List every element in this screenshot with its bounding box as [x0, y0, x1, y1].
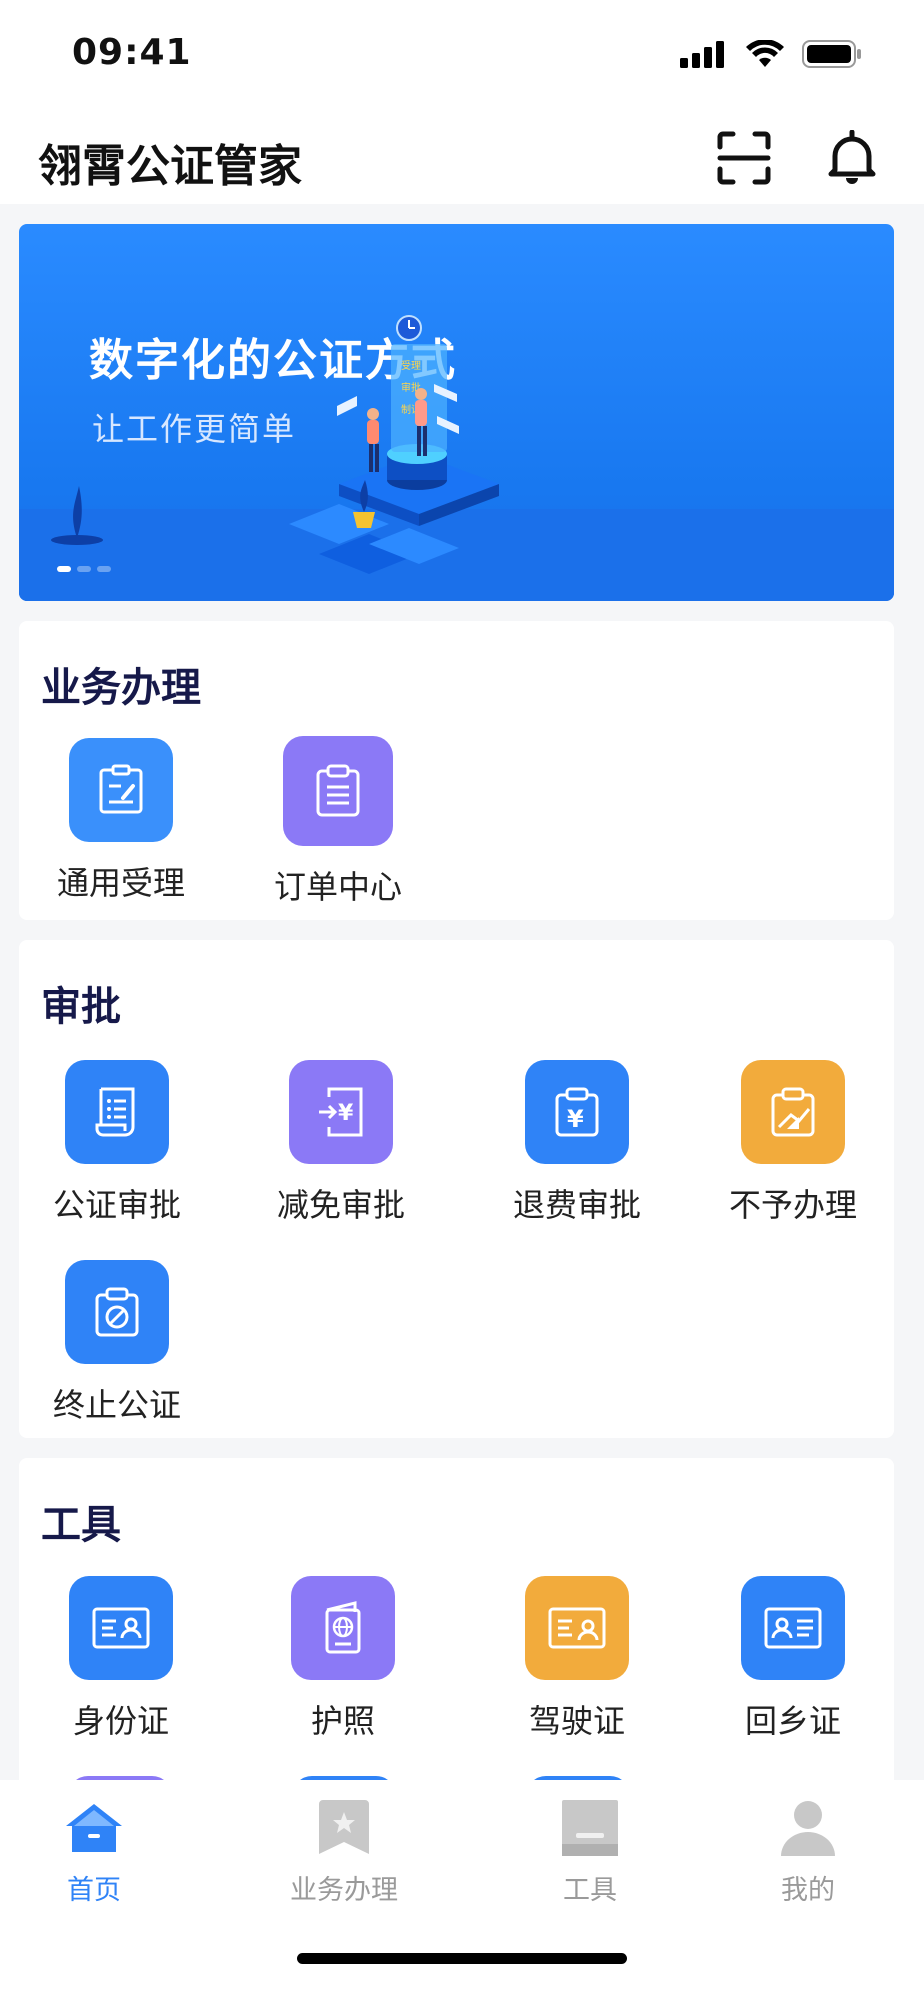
tab-bar: 首页 业务办理 工具 我的 [0, 1780, 924, 2000]
status-time: 09:41 [72, 32, 192, 73]
tab-business-label: 业务办理 [290, 1875, 398, 1906]
home-return-card-icon [764, 1607, 822, 1649]
approval-item-waiver[interactable]: ¥ 减免审批 [241, 1060, 441, 1226]
tab-home-label: 首页 [67, 1875, 121, 1906]
tool-item-driver-license[interactable]: 驾驶证 [477, 1576, 677, 1742]
banner-pagination[interactable] [57, 566, 111, 572]
notification-button[interactable] [820, 126, 884, 190]
id-card-label: 身份证 [72, 1702, 169, 1740]
banner-tag-1: 受理 [401, 360, 421, 372]
clipboard-list-icon [316, 764, 360, 817]
signal-icon [680, 41, 724, 68]
app-title: 翎霄公证管家 [38, 141, 302, 192]
tab-mine[interactable]: 我的 [728, 1800, 888, 1907]
wifi-icon [746, 40, 784, 67]
tab-tools-label: 工具 [563, 1875, 617, 1906]
terminate-tile[interactable] [65, 1260, 169, 1364]
yuan-transfer-icon: ¥ [319, 1087, 363, 1137]
id-card-icon [92, 1607, 150, 1649]
tab-tools[interactable]: 工具 [510, 1800, 670, 1907]
tab-business[interactable]: 业务办理 [264, 1800, 424, 1907]
home-icon [66, 1804, 122, 1852]
business-item-order-center[interactable]: 订单中心 [238, 736, 438, 908]
banner-dot-1[interactable] [57, 566, 71, 572]
waiver-approval-label: 减免审批 [276, 1186, 405, 1224]
bell-icon [828, 130, 876, 184]
business-section-title: 业务办理 [41, 665, 201, 711]
tab-home[interactable]: 首页 [14, 1800, 174, 1907]
form-sign-icon [99, 764, 143, 814]
home-return-card-label: 回乡证 [744, 1702, 841, 1740]
id-card-tile[interactable] [69, 1576, 173, 1680]
reject-tile[interactable] [741, 1060, 845, 1164]
refund-approval-label: 退费审批 [512, 1186, 641, 1224]
reject-bag-icon [771, 1087, 815, 1137]
home-indicator [297, 1953, 627, 1964]
approval-section: 审批 公证审批 ¥ 减免审批 ¥ 退费审批 不予办理 终止公证 [19, 940, 894, 1438]
driver-license-label: 驾驶证 [528, 1702, 625, 1740]
business-item-general-accept[interactable]: 通用受理 [21, 738, 221, 904]
waiver-approval-tile[interactable]: ¥ [289, 1060, 393, 1164]
driver-license-tile[interactable] [525, 1576, 629, 1680]
home-return-card-tile[interactable] [741, 1576, 845, 1680]
bookmark-star-icon [319, 1800, 369, 1854]
status-icons [680, 40, 862, 68]
approval-item-refund[interactable]: ¥ 退费审批 [477, 1060, 677, 1226]
promo-banner[interactable]: 数字化的公证方式 让工作更简单 受理 审批 制证 [19, 224, 894, 601]
passport-icon [325, 1601, 361, 1654]
document-list-icon [95, 1087, 135, 1137]
order-center-tile[interactable] [283, 736, 393, 846]
approval-item-reject[interactable]: 不予办理 [693, 1060, 893, 1226]
tool-item-home-return-card[interactable]: 回乡证 [693, 1576, 893, 1742]
tools-section-title: 工具 [41, 1502, 121, 1548]
approval-item-notary[interactable]: 公证审批 [17, 1060, 217, 1226]
driver-license-icon [548, 1607, 606, 1649]
passport-tile[interactable] [291, 1576, 395, 1680]
tool-item-id-card[interactable]: 身份证 [21, 1576, 221, 1742]
notary-approval-tile[interactable] [65, 1060, 169, 1164]
approval-section-title: 审批 [41, 984, 121, 1030]
tools-section: 工具 身份证 护照 驾驶证 回乡证 [19, 1458, 894, 1788]
scan-button[interactable] [712, 126, 776, 190]
ban-bag-icon [95, 1287, 139, 1337]
banner-illustration: 受理 审批 制证 [51, 315, 499, 574]
toolbox-icon [562, 1800, 618, 1856]
battery-icon [802, 40, 861, 68]
svg-text:¥: ¥ [338, 1101, 354, 1126]
user-icon [781, 1801, 835, 1856]
approval-item-terminate[interactable]: 终止公证 [17, 1260, 217, 1426]
banner-dot-2[interactable] [77, 566, 91, 572]
order-center-label: 订单中心 [273, 868, 402, 906]
nav-bar: 翎霄公证管家 [0, 108, 924, 204]
yuan-bag-icon: ¥ [555, 1087, 599, 1137]
scan-icon [717, 131, 771, 185]
banner-dot-3[interactable] [97, 566, 111, 572]
tab-mine-label: 我的 [781, 1875, 835, 1906]
passport-label: 护照 [310, 1702, 375, 1740]
refund-approval-tile[interactable]: ¥ [525, 1060, 629, 1164]
reject-label: 不予办理 [728, 1186, 857, 1224]
business-section: 业务办理 通用受理 订单中心 [19, 621, 894, 920]
terminate-label: 终止公证 [52, 1386, 181, 1424]
status-bar: 09:41 [0, 0, 924, 108]
notary-approval-label: 公证审批 [52, 1186, 181, 1224]
general-accept-tile[interactable] [69, 738, 173, 842]
general-accept-label: 通用受理 [56, 864, 185, 902]
tool-item-passport[interactable]: 护照 [243, 1576, 443, 1742]
svg-text:¥: ¥ [567, 1105, 584, 1133]
